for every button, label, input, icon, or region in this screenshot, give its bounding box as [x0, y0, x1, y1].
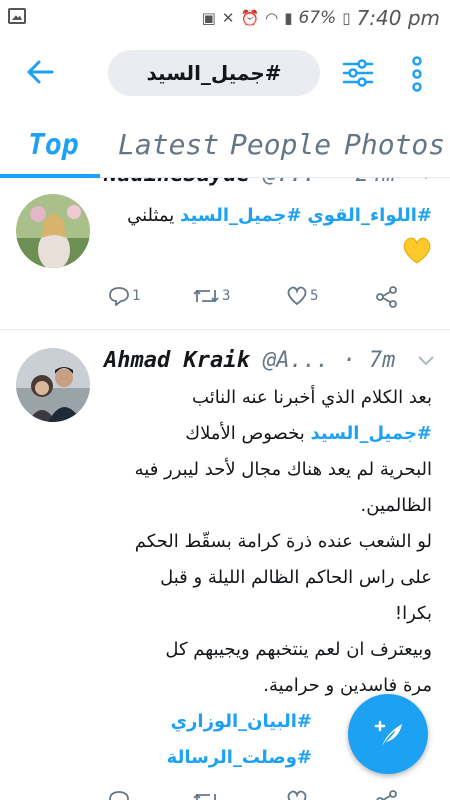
hashtag[interactable]: #جميل_السيد: [180, 205, 302, 226]
compose-feather-icon: [374, 720, 402, 746]
filter-sliders-icon[interactable]: [342, 58, 374, 88]
share-button[interactable]: [376, 790, 398, 800]
wifi-icon: ◠: [265, 9, 279, 27]
share-icon: [376, 286, 397, 308]
reply-button[interactable]: 1: [108, 286, 140, 306]
back-arrow-icon[interactable]: [26, 58, 54, 86]
more-options-icon[interactable]: [410, 56, 424, 92]
like-button[interactable]: [286, 790, 308, 800]
reply-icon: [109, 287, 129, 306]
tweet-text-line: بعد الكلام الذي أخبرنا عنه النائب: [192, 387, 432, 408]
tab-latest[interactable]: Latest: [118, 128, 219, 161]
tweet-text-line: #جميل_السيد بخصوص الأملاك: [185, 423, 432, 444]
tweet-text-line: #اللواء_القوي #جميل_السيد يمثلني: [127, 205, 432, 226]
tweet-time: · 24m: [329, 178, 395, 187]
retweet-icon: [193, 289, 219, 303]
hashtag[interactable]: #البيان_الوزاري: [104, 704, 312, 740]
hashtag[interactable]: #جميل_السيد: [310, 423, 432, 444]
alarm-icon: ⏰: [240, 9, 260, 27]
like-heart-icon: [287, 790, 307, 800]
clock: 7:40 pm: [356, 6, 440, 30]
tweet-text-line: البحرية لم يعد هناك مجال لأحد ليبرر فيه: [134, 459, 432, 480]
tweet-text-line: بكرا!: [394, 603, 432, 624]
hashtag[interactable]: #اللواء_القوي: [307, 205, 432, 226]
tweet-text-line: لو الشعب عنده ذرة كرامة بسقّط الحكم: [134, 531, 432, 552]
hashtag[interactable]: #وصلت_الرسالة: [104, 740, 312, 776]
status-icons: ▣ ✕ ⏰ ◠ ▮ 67% ▯ 7:40 pm: [202, 6, 440, 30]
battery-icon: ▯: [342, 9, 351, 27]
compose-tweet-button[interactable]: [348, 694, 428, 774]
tweet-menu-chevron-icon[interactable]: [418, 178, 434, 180]
heart-emoji: [104, 234, 432, 278]
share-icon: [376, 790, 397, 800]
share-button[interactable]: [376, 286, 398, 308]
search-input[interactable]: #جميل_السيد: [108, 50, 320, 96]
reply-count: 1: [132, 288, 141, 304]
tweet-text-line: الظالمين.: [360, 495, 432, 516]
tab-people[interactable]: People: [230, 128, 331, 161]
tweet-time: · 7m: [342, 348, 396, 373]
reply-button[interactable]: [108, 790, 130, 800]
tab-top[interactable]: Top: [28, 128, 79, 161]
tweet-item[interactable]: NadineSayde @... · 24m #اللواء_القوي #جم…: [0, 178, 450, 330]
search-header: #جميل_السيد: [0, 36, 450, 114]
retweet-count: 3: [222, 288, 231, 304]
author-name[interactable]: NadineSayde: [104, 178, 250, 187]
author-name[interactable]: Ahmad Kraik: [104, 348, 250, 373]
tweet-text-line: على راس الحاكم الظالم الليلة و قبل: [160, 567, 432, 588]
battery-percent: 67%: [298, 8, 337, 28]
avatar[interactable]: [16, 194, 90, 268]
tweet-author: NadineSayde @... · 24m: [104, 178, 395, 187]
like-heart-icon: [287, 286, 307, 306]
avatar[interactable]: [16, 348, 90, 422]
status-bar: ▣ ✕ ⏰ ◠ ▮ 67% ▯ 7:40 pm: [0, 0, 450, 36]
search-tabs: Top Latest People Photos: [0, 114, 450, 178]
sim-icon: ▣: [201, 9, 216, 27]
tweet-actions: 1 3 5: [104, 286, 404, 310]
image-notification-icon: [8, 8, 26, 24]
tweet-author: Ahmad Kraik @A... · 7m: [104, 348, 395, 373]
retweet-button[interactable]: 3: [192, 286, 230, 306]
tweet-text: #اللواء_القوي #جميل_السيد يمثلني: [104, 198, 432, 278]
signal-icon: ▮: [284, 9, 293, 27]
tweet-menu-chevron-icon[interactable]: [418, 356, 434, 366]
like-count: 5: [310, 288, 319, 304]
author-handle: @...: [263, 178, 316, 187]
tab-photos[interactable]: Photos: [344, 128, 445, 161]
retweet-icon: [193, 793, 216, 800]
like-button[interactable]: 5: [286, 286, 318, 306]
author-handle: @A...: [262, 348, 330, 373]
tweet-text-line: وبيعترف ان لعم ينتخبهم ويجيبهم كل: [165, 639, 432, 660]
reply-icon: [109, 791, 129, 800]
tweet-actions: [104, 790, 404, 800]
mute-icon: ✕: [221, 9, 235, 27]
retweet-button[interactable]: [192, 790, 220, 800]
